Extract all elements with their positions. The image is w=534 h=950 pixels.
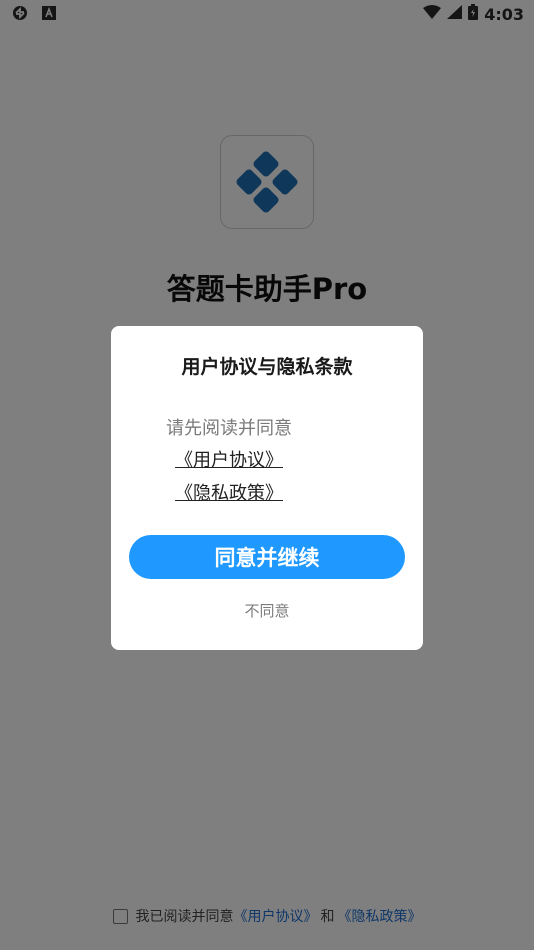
agree-continue-button[interactable]: 同意并继续: [129, 535, 405, 579]
privacy-policy-link[interactable]: 《隐私政策》: [175, 479, 283, 505]
disagree-button[interactable]: 不同意: [111, 600, 423, 621]
dialog-title: 用户协议与隐私条款: [181, 356, 353, 378]
user-agreement-link[interactable]: 《用户协议》: [175, 446, 283, 472]
privacy-dialog: 用户协议与隐私条款 请先阅读并同意 《用户协议》 《隐私政策》 同意并继续 不同…: [111, 326, 423, 650]
dialog-intro: 请先阅读并同意: [166, 418, 292, 439]
